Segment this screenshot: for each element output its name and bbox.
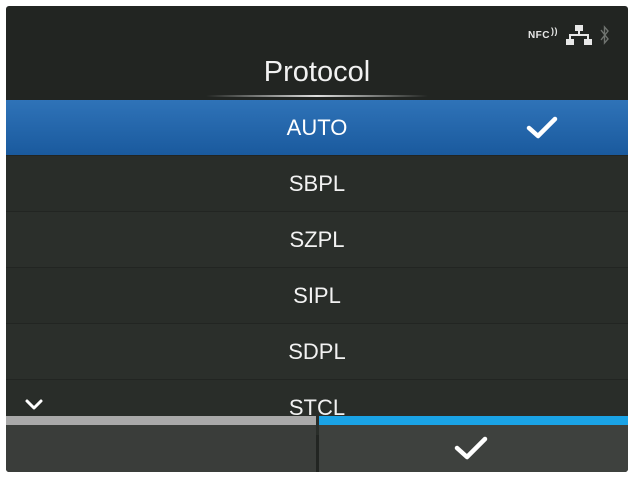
chevron-down-icon[interactable] (24, 398, 44, 412)
softkey-bar (6, 416, 628, 472)
check-icon (526, 116, 558, 139)
bluetooth-icon (600, 25, 609, 45)
list-item-label: SIPL (293, 282, 341, 308)
page-title: Protocol (263, 56, 371, 88)
status-bar: NFC )) (528, 22, 610, 48)
check-icon (454, 436, 487, 460)
nfc-label: NFC (527, 29, 550, 41)
confirm-softkey[interactable] (318, 416, 628, 472)
nfc-waves: )) (551, 25, 558, 36)
title-underline (206, 95, 428, 97)
list-item-auto[interactable]: AUTO (6, 100, 628, 155)
list-item-label: AUTO (286, 114, 348, 140)
network-icon (566, 25, 592, 45)
list-item-label: SBPL (288, 170, 346, 196)
list-item-sipl[interactable]: SIPL (6, 268, 628, 323)
nfc-icon: NFC )) (527, 26, 558, 41)
list-item-label: SDPL (288, 338, 346, 364)
list-item-sdpl[interactable]: SDPL (6, 324, 628, 379)
list-item-szpl[interactable]: SZPL (6, 212, 628, 267)
list-item-label: SZPL (289, 226, 345, 252)
list-item-sbpl[interactable]: SBPL (6, 156, 628, 211)
printer-display: NFC )) Protocol AUTO SBPL SZPL SIPL SDPL… (6, 6, 628, 472)
back-softkey[interactable] (6, 416, 316, 472)
protocol-list: AUTO SBPL SZPL SIPL SDPL STCL (6, 100, 628, 436)
